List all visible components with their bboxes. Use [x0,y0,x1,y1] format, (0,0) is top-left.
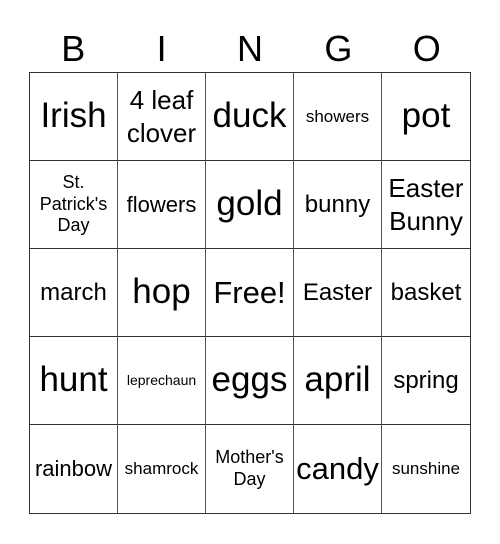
bingo-cell[interactable]: duck [206,73,294,161]
bingo-cell[interactable]: hunt [30,337,118,425]
header-letter-n: N [236,28,263,69]
bingo-cell[interactable]: pot [382,73,470,161]
bingo-cell[interactable]: gold [206,161,294,249]
bingo-cell[interactable]: eggs [206,337,294,425]
bingo-cell[interactable]: bunny [294,161,382,249]
header-letter-o: O [412,28,441,69]
bingo-cell[interactable]: rainbow [30,425,118,513]
bingo-cell[interactable]: candy [294,425,382,513]
bingo-cell[interactable]: St. Patrick's Day [30,161,118,249]
bingo-cell[interactable]: flowers [118,161,206,249]
bingo-cell[interactable]: march [30,249,118,337]
header-letter-i: I [156,28,167,69]
bingo-cell[interactable]: sunshine [382,425,470,513]
bingo-cell[interactable]: april [294,337,382,425]
bingo-cell[interactable]: leprechaun [118,337,206,425]
bingo-header: B I N G O [29,26,471,72]
bingo-cell[interactable]: Mother's Day [206,425,294,513]
header-letter-b: B [61,28,86,69]
bingo-cell[interactable]: Easter [294,249,382,337]
bingo-cell[interactable]: Easter Bunny [382,161,470,249]
header-letter-g: G [324,28,353,69]
bingo-cell[interactable]: Irish [30,73,118,161]
bingo-cell[interactable]: showers [294,73,382,161]
bingo-card: Irish 4 leaf clover duck showers pot St.… [29,72,471,514]
bingo-cell[interactable]: shamrock [118,425,206,513]
bingo-cell[interactable]: spring [382,337,470,425]
free-space-cell[interactable]: Free! [206,249,294,337]
bingo-cell[interactable]: 4 leaf clover [118,73,206,161]
bingo-cell[interactable]: hop [118,249,206,337]
bingo-cell[interactable]: basket [382,249,470,337]
